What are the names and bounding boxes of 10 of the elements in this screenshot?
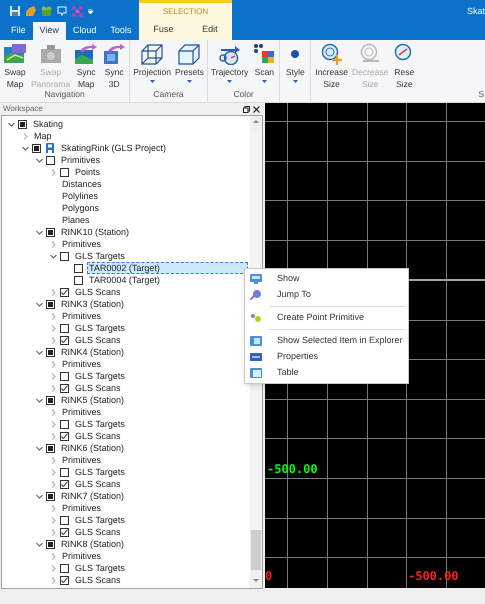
- group-label: Color: [233, 89, 254, 101]
- group-label: Camera: [153, 89, 184, 101]
- window-title: Skat: [466, 5, 485, 18]
- panel-title: Workspace: [3, 103, 43, 115]
- axis-label: -500.00: [408, 569, 459, 583]
- group-label: S: [478, 89, 485, 101]
- axis-label: 0: [265, 569, 272, 583]
- axis-label: -500.00: [267, 462, 318, 476]
- group-label: Navigation: [44, 89, 85, 101]
- contextual-tab-title: SELECTION: [162, 6, 208, 18]
